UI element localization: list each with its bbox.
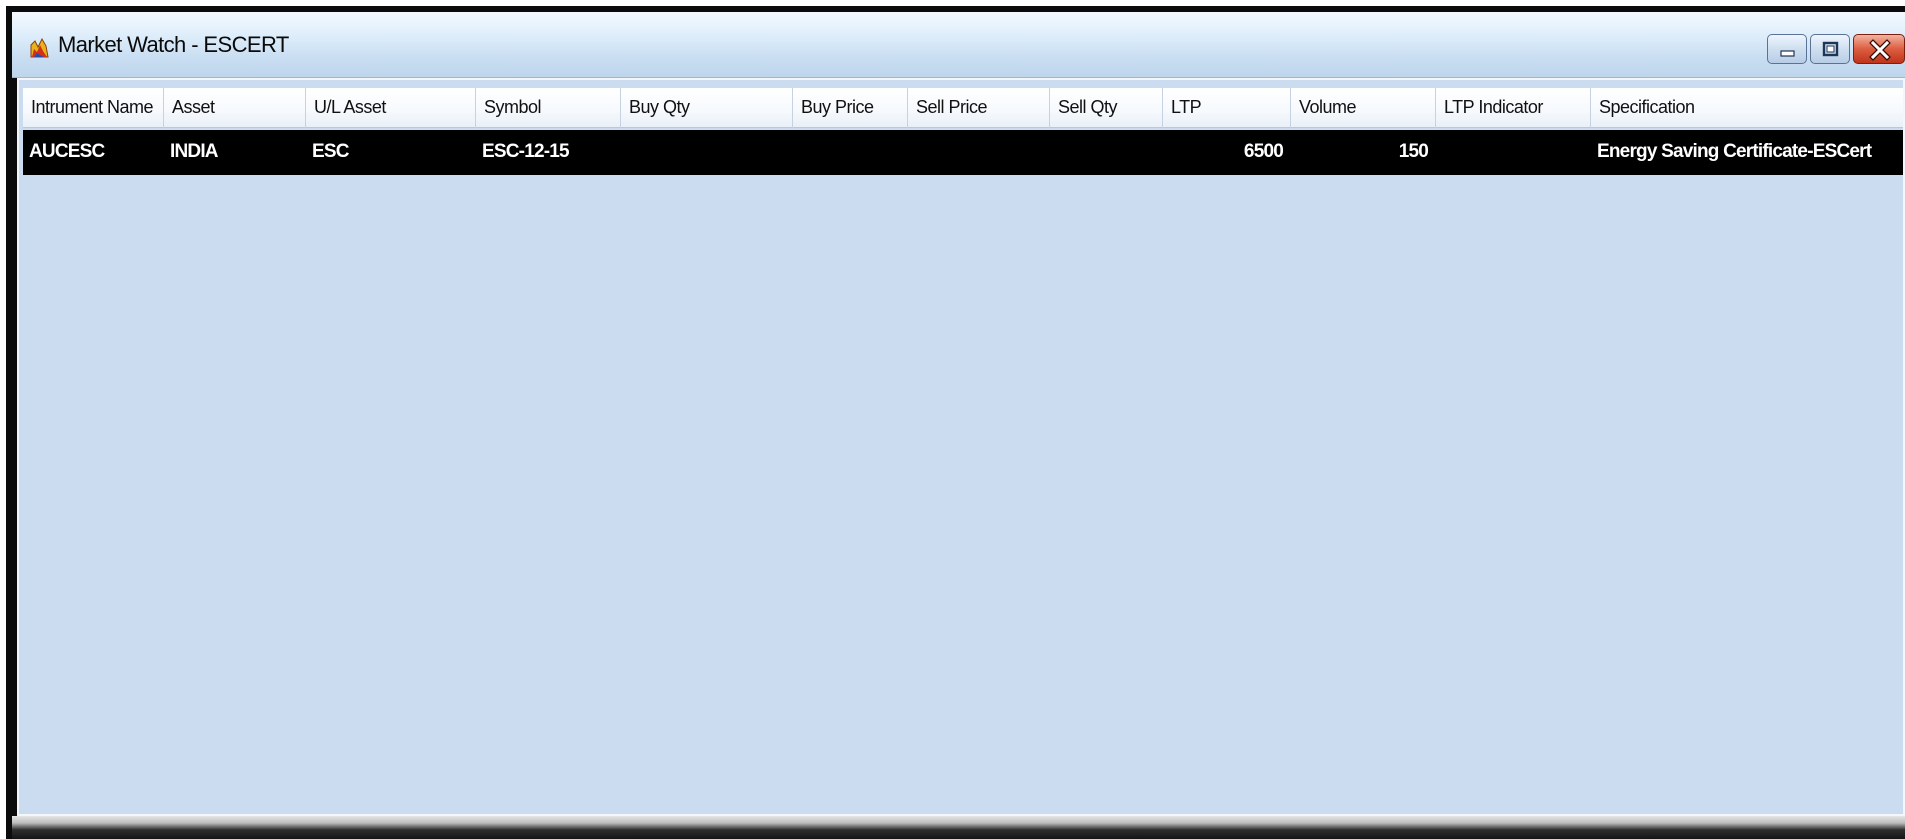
cell-volume: 150 [1398,141,1429,162]
column-header-instrument-name[interactable]: Intrument Name [23,88,164,128]
cell-sell-price [908,130,1050,175]
cell-instrument-name: AUCESC [29,141,105,162]
column-header-buy-qty[interactable]: Buy Qty [621,88,793,128]
cell-specification: Energy Saving Certificate-ESCert [1597,141,1872,162]
close-icon [1869,39,1891,61]
column-header-ltp-indicator[interactable]: LTP Indicator [1436,88,1591,128]
cell-sell-qty [1050,130,1163,175]
column-header-sell-qty[interactable]: Sell Qty [1050,88,1163,128]
close-button[interactable] [1853,34,1905,64]
column-header-specification[interactable]: Specification [1591,88,1903,128]
cell-buy-price [793,130,908,175]
cell-ltp-indicator [1436,130,1591,175]
column-header-asset[interactable]: Asset [164,88,306,128]
column-header-sell-price[interactable]: Sell Price [908,88,1050,128]
window-title-bar[interactable]: Market Watch - ESCERT [12,12,1905,78]
minimize-button[interactable] [1767,34,1807,64]
column-header-ul-asset[interactable]: U/L Asset [306,88,476,128]
cell-symbol: ESC-12-15 [482,141,570,162]
cell-ltp: 6500 [1243,141,1284,162]
cell-ul-asset: ESC [312,141,349,162]
market-watch-grid-area[interactable]: Intrument Name Asset U/L Asset Symbol Bu… [17,78,1905,816]
market-watch-app-icon[interactable] [28,35,50,59]
cell-asset: INDIA [170,141,219,162]
window-title: Market Watch - ESCERT [58,32,289,57]
cell-buy-qty [621,130,793,175]
minimize-icon [1780,50,1795,57]
column-header-buy-price[interactable]: Buy Price [793,88,908,128]
restore-icon [1822,41,1839,57]
column-header-symbol[interactable]: Symbol [476,88,621,128]
screen: Market Watch - ESCERT Intrument Name Ass… [0,0,1905,839]
window-bottom-edge [12,816,1905,839]
column-header-ltp[interactable]: LTP [1163,88,1291,128]
grid-header: Intrument Name Asset U/L Asset Symbol Bu… [23,88,1903,128]
column-header-volume[interactable]: Volume [1291,88,1436,128]
table-row[interactable]: AUCESC INDIA ESC ESC-12-15 6500 150 Ener… [23,130,1903,175]
restore-button[interactable] [1810,34,1850,64]
